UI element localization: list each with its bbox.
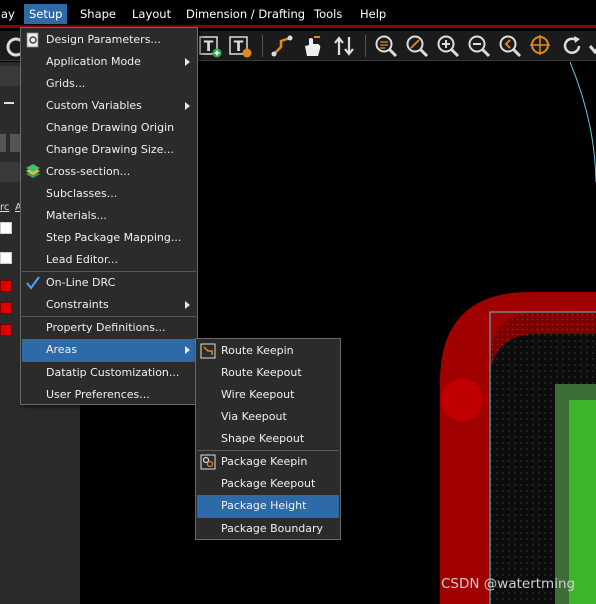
panel-button[interactable]	[0, 134, 6, 152]
visibility-checkbox[interactable]	[0, 222, 12, 234]
redraw-icon[interactable]	[560, 34, 584, 58]
toolbar-separator	[365, 35, 366, 57]
menu-item-property-definitions[interactable]: Property Definitions...	[22, 317, 196, 339]
submenu-arrow-icon	[185, 301, 190, 309]
zoom-fit-icon[interactable]	[374, 34, 398, 58]
zoom-out-icon[interactable]	[467, 34, 491, 58]
slide-hand-icon[interactable]	[300, 34, 324, 58]
outline-arc	[569, 62, 596, 183]
setup-menu: Design Parameters... Application Mode Gr…	[20, 27, 198, 405]
menu-item-application-mode[interactable]: Application Mode	[22, 51, 196, 73]
menu-bar: ay Setup Shape Layout Dimension / Drafti…	[0, 0, 596, 28]
zoom-in-icon[interactable]	[436, 34, 460, 58]
menu-item-user-preferences[interactable]: User Preferences...	[22, 384, 196, 406]
menu-item-cross-section[interactable]: Cross-section...	[22, 161, 196, 183]
menu-item-change-drawing-origin[interactable]: Change Drawing Origin	[22, 117, 196, 139]
menu-shape[interactable]: Shape	[75, 4, 121, 24]
menu-display[interactable]: ay	[0, 4, 20, 24]
menu-help[interactable]: Help	[355, 4, 391, 24]
submenu-arrow-icon	[185, 58, 190, 66]
zoom-previous-icon[interactable]	[498, 34, 522, 58]
cross-section-icon	[26, 164, 40, 178]
menu-item-materials[interactable]: Materials...	[22, 205, 196, 227]
submenu-arrow-icon	[185, 346, 190, 354]
minimize-icon[interactable]	[4, 102, 14, 104]
menu-item-areas[interactable]: Areas	[22, 339, 196, 361]
menu-item-datatip-customization[interactable]: Datatip Customization...	[22, 362, 196, 384]
menu-item-shape-keepout[interactable]: Shape Keepout	[197, 428, 339, 450]
menu-item-package-boundary[interactable]: Package Boundary	[197, 518, 339, 540]
panel-button[interactable]	[10, 134, 20, 152]
areas-submenu: Route Keepin Route Keepout Wire Keepout …	[195, 338, 341, 540]
menu-item-step-package-mapping[interactable]: Step Package Mapping...	[22, 227, 196, 249]
text-add-icon[interactable]: T	[198, 34, 222, 58]
menu-item-route-keepin[interactable]: Route Keepin	[197, 340, 339, 362]
design-params-icon	[26, 32, 39, 48]
svg-text:T: T	[234, 39, 244, 55]
menu-dimension-drafting[interactable]: Dimension / Drafting	[181, 4, 310, 24]
menu-item-design-parameters[interactable]: Design Parameters...	[22, 29, 196, 51]
route-keepin-icon	[200, 343, 216, 359]
visibility-checkbox[interactable]	[0, 252, 12, 264]
component-pad	[569, 400, 596, 604]
check-icon[interactable]	[588, 34, 596, 58]
pad-circle	[441, 379, 483, 421]
package-keepin-icon	[200, 454, 216, 470]
menu-item-custom-variables[interactable]: Custom Variables	[22, 95, 196, 117]
submenu-arrow-icon	[185, 102, 190, 110]
menu-item-constraints[interactable]: Constraints	[22, 294, 196, 316]
menu-item-package-keepin[interactable]: Package Keepin	[197, 451, 339, 473]
menu-item-via-keepout[interactable]: Via Keepout	[197, 406, 339, 428]
menu-item-route-keepout[interactable]: Route Keepout	[197, 362, 339, 384]
checkmark-icon	[26, 276, 40, 290]
menu-item-grids[interactable]: Grids...	[22, 73, 196, 95]
menu-item-online-drc[interactable]: On-Line DRC	[22, 272, 196, 294]
watermark: CSDN @watertming	[441, 576, 576, 592]
menu-item-package-keepout[interactable]: Package Keepout	[197, 473, 339, 495]
zoom-center-icon[interactable]	[529, 34, 553, 58]
toolbar-separator	[262, 35, 263, 57]
color-swatch[interactable]	[0, 302, 12, 314]
menu-item-subclasses[interactable]: Subclasses...	[22, 183, 196, 205]
route-icon[interactable]	[270, 34, 294, 58]
zoom-window-icon[interactable]	[405, 34, 429, 58]
text-edit-icon[interactable]: T	[228, 34, 252, 58]
menu-item-package-height[interactable]: Package Height	[197, 495, 339, 517]
menu-item-change-drawing-size[interactable]: Change Drawing Size...	[22, 139, 196, 161]
swap-icon[interactable]	[332, 34, 356, 58]
color-swatch[interactable]	[0, 324, 12, 336]
color-swatch[interactable]	[0, 280, 12, 292]
menu-tools[interactable]: Tools	[309, 4, 347, 24]
column-label-rc: rc	[0, 202, 10, 213]
menu-setup[interactable]: Setup	[24, 4, 68, 24]
svg-text:T: T	[204, 39, 214, 55]
menu-item-wire-keepout[interactable]: Wire Keepout	[197, 384, 339, 406]
menu-layout[interactable]: Layout	[127, 4, 176, 24]
menu-item-lead-editor[interactable]: Lead Editor...	[22, 249, 196, 271]
panel-field[interactable]	[0, 162, 20, 182]
